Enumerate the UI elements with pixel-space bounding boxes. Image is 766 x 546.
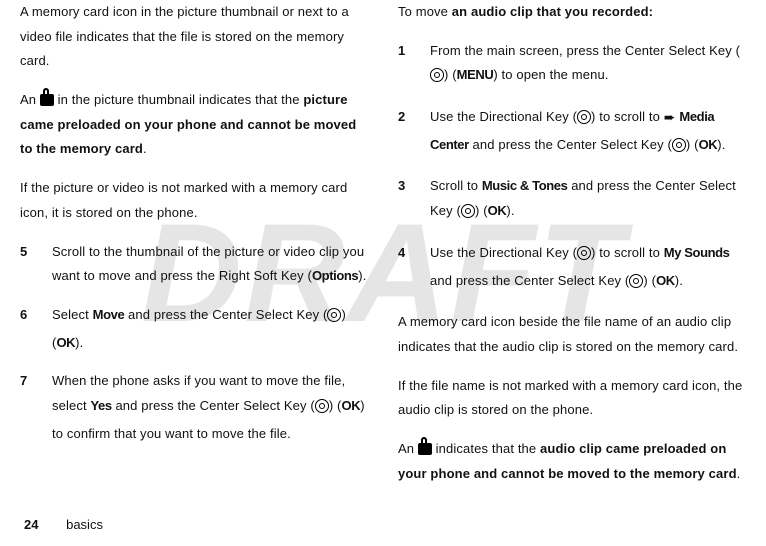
center-key-icon: [327, 306, 341, 331]
lock-icon: [40, 94, 54, 106]
footer: 24 basics: [24, 517, 103, 532]
right-column: To move an audio clip that you recorded:…: [398, 0, 746, 500]
page-number: 24: [24, 517, 38, 532]
center-key-icon: [430, 66, 444, 91]
center-key-icon: [629, 272, 643, 297]
right-p7: An indicates that the audio clip came pr…: [398, 437, 746, 486]
right-p5: A memory card icon beside the file name …: [398, 310, 746, 359]
left-p1: A memory card icon in the picture thumbn…: [20, 0, 368, 74]
directional-key-icon: [577, 108, 591, 133]
right-p6: If the file name is not marked with a me…: [398, 374, 746, 423]
right-intro: To move an audio clip that you recorded:: [398, 0, 746, 25]
lock-icon: [418, 443, 432, 455]
center-key-icon: [461, 202, 475, 227]
section-label: basics: [66, 517, 103, 532]
center-key-icon: [315, 397, 329, 422]
audio-step-2: 2 Use the Directional Key () to scroll t…: [398, 105, 746, 160]
left-p2: An in the picture thumbnail indicates th…: [20, 88, 368, 162]
left-p3: If the picture or video is not marked wi…: [20, 176, 368, 225]
audio-step-1: 1 From the main screen, press the Center…: [398, 39, 746, 91]
audio-step-3: 3 Scroll to Music & Tones and press the …: [398, 174, 746, 226]
left-column: A memory card icon in the picture thumbn…: [20, 0, 368, 500]
audio-step-4: 4 Use the Directional Key () to scroll t…: [398, 241, 746, 296]
step-6: 6 Select Move and press the Center Selec…: [20, 303, 368, 355]
step-7: 7 When the phone asks if you want to mov…: [20, 369, 368, 446]
directional-key-icon: [577, 244, 591, 269]
center-key-icon: [672, 136, 686, 161]
step-5: 5 Scroll to the thumbnail of the picture…: [20, 240, 368, 289]
